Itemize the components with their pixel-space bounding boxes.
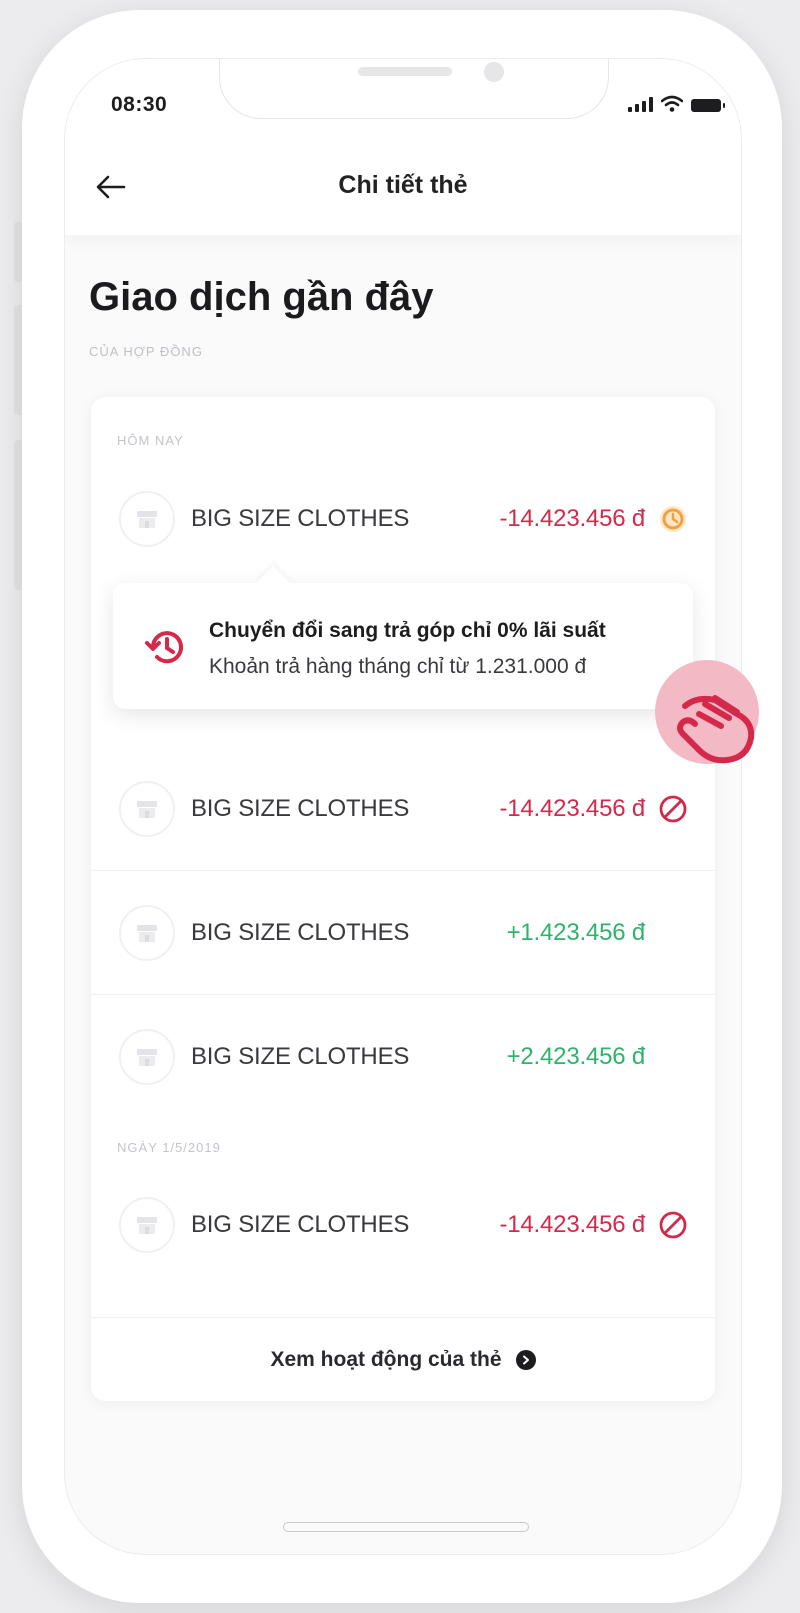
chevron-right-icon [515,1349,536,1370]
transaction-amount: -14.423.456 đ [499,1211,645,1238]
transaction-row[interactable]: BIG SIZE CLOTHES -14.423.456 đ [91,457,715,581]
tooltip-text: Khoản trả hàng tháng chỉ từ 1.231.000 đ [209,655,587,678]
notch [219,59,609,119]
transaction-row[interactable]: BIG SIZE CLOTHES +2.423.456 đ [91,995,715,1119]
store-icon [119,1197,175,1253]
transaction-amount: -14.423.456 đ [499,794,645,822]
speaker [358,67,452,76]
blocked-icon [657,793,689,825]
merchant-name: BIG SIZE CLOTHES [191,1211,410,1238]
signal-icon [628,96,653,112]
transaction-row[interactable]: BIG SIZE CLOTHES -14.423.456 đ [91,747,715,871]
view-more-label: Xem hoạt động của thẻ [270,1347,502,1371]
view-card-activity-button[interactable]: Xem hoạt động của thẻ [91,1317,715,1401]
phone-screen: 08:30 Chi tiết thẻ Giao dịch gần đây CỦA… [64,58,742,1555]
installment-tooltip[interactable]: Chuyển đổi sang trả góp chỉ 0% lãi suất … [113,566,693,709]
section-subtitle: CỦA HỢP ĐỒNG [89,344,203,359]
group-label-today: HÔM NAY [117,433,184,448]
top-bar: 08:30 Chi tiết thẻ [65,59,741,235]
transaction-amount: -14.423.456 đ [499,505,645,532]
merchant-name: BIG SIZE CLOTHES [191,794,410,822]
battery-icon [691,99,725,112]
transactions-card: HÔM NAY BIG SIZE CLOTHES -14.423.456 đ C… [91,397,715,1401]
phone-frame: 08:30 Chi tiết thẻ Giao dịch gần đây CỦA… [22,10,782,1603]
transaction-amount: +1.423.456 đ [506,918,646,946]
status-icons [628,95,725,112]
transaction-row[interactable]: BIG SIZE CLOTHES +1.423.456 đ [91,871,715,995]
page-title: Chi tiết thẻ [338,171,468,199]
group-label-date: NGÀY 1/5/2019 [117,1140,221,1155]
merchant-name: BIG SIZE CLOTHES [191,505,410,532]
merchant-name: BIG SIZE CLOTHES [191,1043,410,1070]
wifi-icon [661,95,683,112]
tap-hand-icon [655,660,759,764]
store-icon [119,904,175,961]
store-icon [119,491,175,547]
tooltip-title: Chuyển đổi sang trả góp chỉ 0% lãi suất [209,619,606,642]
transaction-row[interactable]: BIG SIZE CLOTHES -14.423.456 đ [91,1163,715,1287]
merchant-name: BIG SIZE CLOTHES [191,918,410,946]
pending-clock-icon [657,503,689,535]
section-title: Giao dịch gần đây [89,275,434,319]
blocked-icon [657,1209,689,1241]
store-icon [119,1029,175,1085]
store-icon [119,780,175,837]
home-indicator [283,1522,529,1532]
status-time: 08:30 [111,93,168,116]
transaction-amount: +2.423.456 đ [506,1043,646,1070]
history-icon [145,631,183,664]
camera [484,62,504,82]
